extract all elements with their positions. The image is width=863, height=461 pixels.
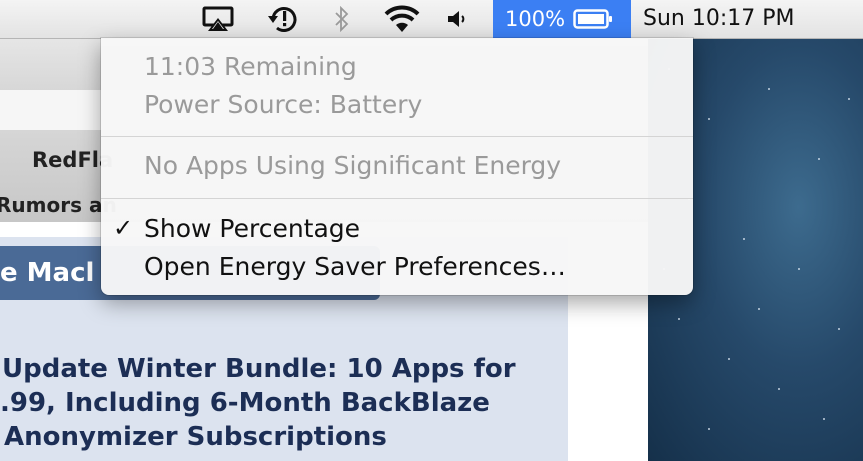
headline-line: Update Winter Bundle: 10 Apps for bbox=[2, 354, 516, 384]
headline-line: .99, Including 6-Month BackBlaze bbox=[0, 388, 490, 418]
battery-percentage: 100% bbox=[505, 7, 566, 31]
time-remaining-item: 11:03 Remaining bbox=[144, 52, 357, 81]
airplay-icon[interactable] bbox=[196, 0, 240, 38]
checkmark-icon: ✓ bbox=[113, 214, 134, 242]
volume-icon[interactable] bbox=[444, 0, 472, 38]
wifi-icon[interactable] bbox=[380, 0, 424, 38]
power-source-item: Power Source: Battery bbox=[144, 90, 423, 119]
article-headline[interactable]: Update Winter Bundle: 10 Apps for .99, I… bbox=[0, 352, 565, 454]
menubar-clock[interactable]: Sun 10:17 PM bbox=[643, 0, 795, 38]
battery-status-item[interactable]: 100% bbox=[493, 0, 631, 38]
open-energy-saver-preferences-item[interactable]: Open Energy Saver Preferences… bbox=[144, 252, 566, 281]
headline-line: Anonymizer Subscriptions bbox=[4, 422, 387, 452]
menu-separator bbox=[101, 198, 693, 199]
menu-separator bbox=[101, 136, 693, 137]
site-banner-text: e Macl bbox=[0, 258, 95, 288]
show-percentage-item[interactable]: Show Percentage bbox=[144, 214, 360, 243]
bookmark-item[interactable]: Rumors an bbox=[0, 193, 117, 217]
menu-bar: 100% Sun 10:17 PM bbox=[0, 0, 863, 39]
battery-menu: 11:03 Remaining Power Source: Battery No… bbox=[101, 38, 693, 295]
time-machine-icon[interactable] bbox=[262, 0, 306, 38]
battery-icon bbox=[573, 8, 613, 30]
energy-status-item: No Apps Using Significant Energy bbox=[144, 151, 562, 180]
bluetooth-icon[interactable] bbox=[330, 0, 354, 38]
